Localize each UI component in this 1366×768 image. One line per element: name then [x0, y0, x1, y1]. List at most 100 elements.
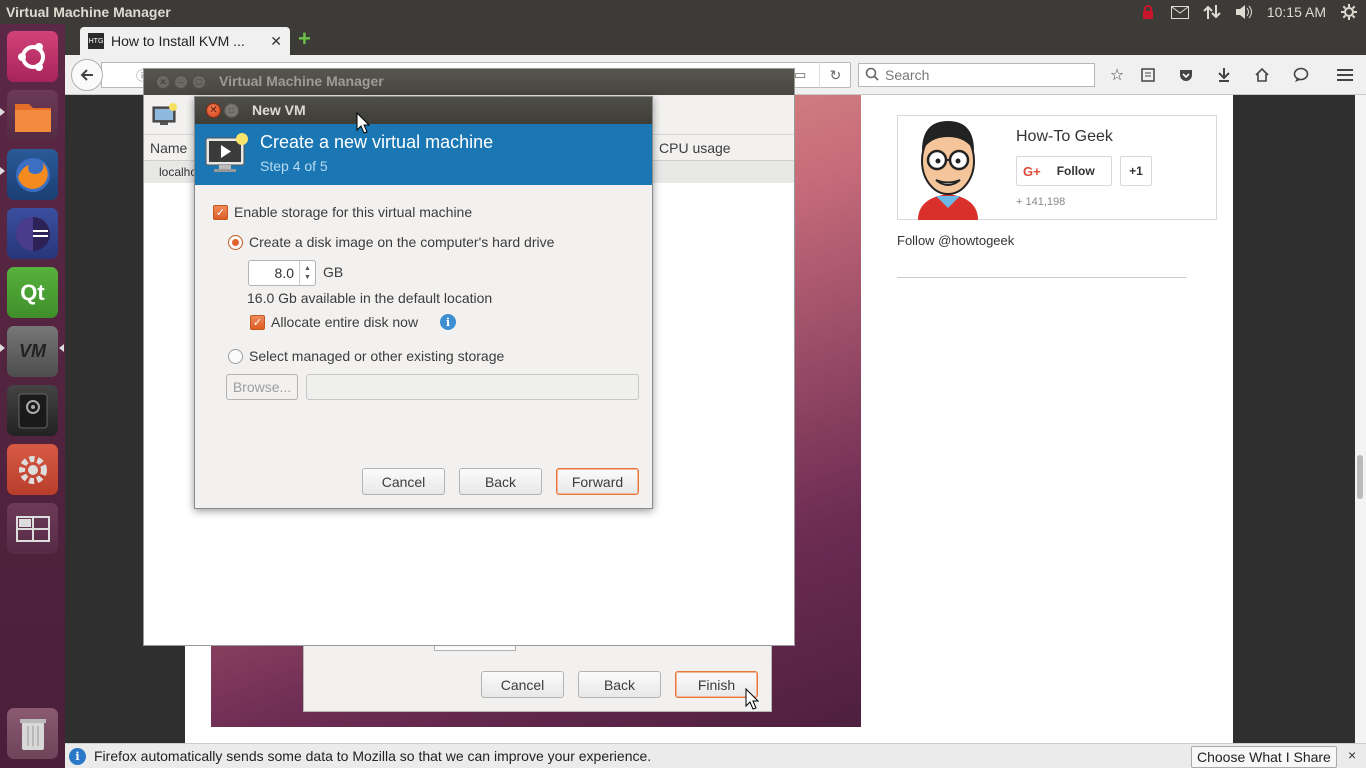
select-managed-label[interactable]: Select managed or other existing storage — [249, 348, 504, 364]
twitter-follow-link[interactable]: Follow @howtogeek — [897, 233, 1014, 248]
disk-size-unit: GB — [323, 264, 344, 280]
virt-manager-icon[interactable]: VM — [7, 326, 58, 377]
launcher-running-indicator — [0, 344, 5, 352]
files-icon[interactable] — [7, 90, 58, 141]
google-plus-card: How-To Geek G+ Follow +1 + 141,198 — [897, 115, 1217, 220]
indicator-area: 10:15 AM — [1139, 0, 1366, 24]
trash-icon[interactable] — [7, 708, 58, 759]
spin-down-icon[interactable]: ▼ — [304, 273, 311, 282]
vmm-close-icon[interactable]: ✕ — [156, 75, 170, 89]
volume-icon[interactable] — [1235, 4, 1253, 20]
telemetry-notification-bar: i Firefox automatically sends some data … — [65, 743, 1366, 768]
enable-storage-checkbox[interactable]: ✓ — [213, 205, 228, 220]
back-button[interactable]: Back — [578, 671, 661, 698]
qt-creator-icon[interactable]: Qt — [7, 267, 58, 318]
workspace-switcher-icon[interactable] — [7, 503, 58, 554]
info-icon[interactable]: i — [440, 314, 456, 330]
back-button[interactable]: Back — [459, 468, 542, 495]
notification-message: Firefox automatically sends some data to… — [94, 748, 652, 764]
gplus-plusone-button[interactable]: +1 — [1120, 156, 1152, 186]
tab-how-to-install-kvm[interactable]: HTG How to Install KVM ... ✕ — [80, 27, 290, 55]
disk-size-spinbox[interactable]: 8.0 ▲ ▼ — [248, 260, 316, 286]
page-scrollbar-thumb[interactable] — [1357, 455, 1363, 499]
gplus-follow-label: Follow — [1056, 164, 1095, 178]
wizard-header: Create a new virtual machine Step 4 of 5 — [195, 124, 652, 185]
select-managed-radio[interactable] — [228, 349, 243, 364]
new-vm-titlebar: ✕ □ New VM — [195, 97, 652, 124]
notification-close-icon[interactable]: × — [1348, 747, 1356, 763]
new-tab-plus-icon[interactable]: + — [298, 28, 311, 50]
tab-bar: HTG How to Install KVM ... ✕ + — [65, 24, 1366, 55]
vmm-window-title: Virtual Machine Manager — [219, 73, 384, 89]
firefox-icon[interactable] — [7, 149, 58, 200]
vmm-maximize-icon[interactable]: □ — [192, 75, 206, 89]
tab-close-icon[interactable]: ✕ — [270, 33, 282, 50]
bookmarks-library-icon[interactable] — [1138, 65, 1158, 85]
column-header-cpu-usage[interactable]: CPU usage — [659, 140, 731, 156]
eclipse-icon[interactable] — [7, 208, 58, 259]
mail-icon[interactable] — [1170, 4, 1189, 20]
cancel-button[interactable]: Cancel — [481, 671, 564, 698]
enable-storage-label[interactable]: Enable storage for this virtual machine — [234, 204, 472, 220]
cancel-button[interactable]: Cancel — [362, 468, 445, 495]
new-vm-icon[interactable] — [152, 103, 178, 130]
downloads-icon[interactable] — [1214, 65, 1234, 85]
gplus-page-name[interactable]: How-To Geek — [1016, 128, 1113, 146]
home-icon[interactable] — [1252, 65, 1272, 85]
allocate-disk-checkbox[interactable]: ✓ — [250, 315, 265, 330]
reload-icon[interactable]: ↻ — [819, 62, 851, 88]
background-new-vm-dialog: Cancel Back Finish — [303, 637, 772, 712]
search-icon — [865, 67, 879, 84]
htg-favicon: HTG — [88, 33, 104, 49]
create-disk-label[interactable]: Create a disk image on the computer's ha… — [249, 234, 554, 250]
spin-up-icon[interactable]: ▲ — [304, 264, 311, 273]
dialog-close-icon[interactable]: ✕ — [206, 103, 221, 118]
gear-icon[interactable] — [1340, 4, 1358, 20]
back-arrow-icon[interactable] — [71, 59, 103, 91]
top-panel: Virtual Machine Manager 10:15 AM — [0, 0, 1366, 24]
howtogeek-avatar — [908, 116, 988, 220]
storage-path-field[interactable] — [306, 374, 639, 400]
spin-arrows[interactable]: ▲ ▼ — [299, 261, 315, 285]
available-space-text: 16.0 Gb available in the default locatio… — [247, 290, 493, 306]
network-icon[interactable] — [1203, 4, 1221, 20]
wizard-title: Create a new virtual machine — [260, 132, 494, 152]
create-disk-radio[interactable] — [228, 235, 243, 250]
browse-button[interactable]: Browse... — [226, 374, 298, 400]
wizard-step: Step 4 of 5 — [260, 158, 328, 174]
disk-utility-icon[interactable] — [7, 385, 58, 436]
new-vm-dialog: ✕ □ New VM Create a new virtual machine … — [194, 96, 653, 509]
launcher-focused-indicator — [59, 344, 64, 352]
connection-name: localho — [159, 165, 198, 179]
reader-view-icon[interactable]: ▭ — [794, 67, 806, 83]
page-scrollbar[interactable] — [1355, 95, 1366, 743]
launcher-running-indicator — [0, 167, 5, 175]
tab-title: How to Install KVM ... — [111, 33, 245, 49]
search-placeholder: Search — [885, 67, 930, 83]
hamburger-menu-icon[interactable] — [1335, 65, 1355, 85]
launcher-running-indicator — [0, 108, 5, 116]
clock[interactable]: 10:15 AM — [1267, 4, 1326, 20]
gplus-follow-button[interactable]: G+ Follow — [1016, 156, 1112, 186]
disk-size-value: 8.0 — [274, 265, 294, 281]
column-header-name[interactable]: Name — [150, 140, 187, 156]
vmm-minimize-icon[interactable]: – — [174, 75, 188, 89]
forward-button[interactable]: Forward — [556, 468, 639, 495]
search-input[interactable]: Search — [858, 63, 1095, 87]
unity-launcher: Qt VM — [0, 24, 65, 768]
pocket-icon[interactable] — [1176, 65, 1196, 85]
system-settings-icon[interactable] — [7, 444, 58, 495]
ubuntu-dash-icon[interactable] — [7, 31, 58, 82]
dialog-title: New VM — [252, 102, 306, 118]
chat-bubble-icon[interactable] — [1291, 65, 1311, 85]
google-plus-icon: G+ — [1023, 163, 1041, 179]
lock-icon[interactable] — [1139, 4, 1157, 20]
choose-what-i-share-button[interactable]: Choose What I Share — [1191, 746, 1337, 768]
active-app-title: Virtual Machine Manager — [6, 4, 171, 20]
vmm-titlebar: ✕ – □ Virtual Machine Manager — [144, 69, 794, 95]
allocate-disk-label[interactable]: Allocate entire disk now — [271, 314, 418, 330]
dialog-maximize-icon[interactable]: □ — [224, 103, 239, 118]
page-right-margin — [1233, 95, 1355, 743]
bookmark-star-icon[interactable]: ☆ — [1107, 65, 1127, 85]
sidebar-divider — [897, 277, 1187, 278]
